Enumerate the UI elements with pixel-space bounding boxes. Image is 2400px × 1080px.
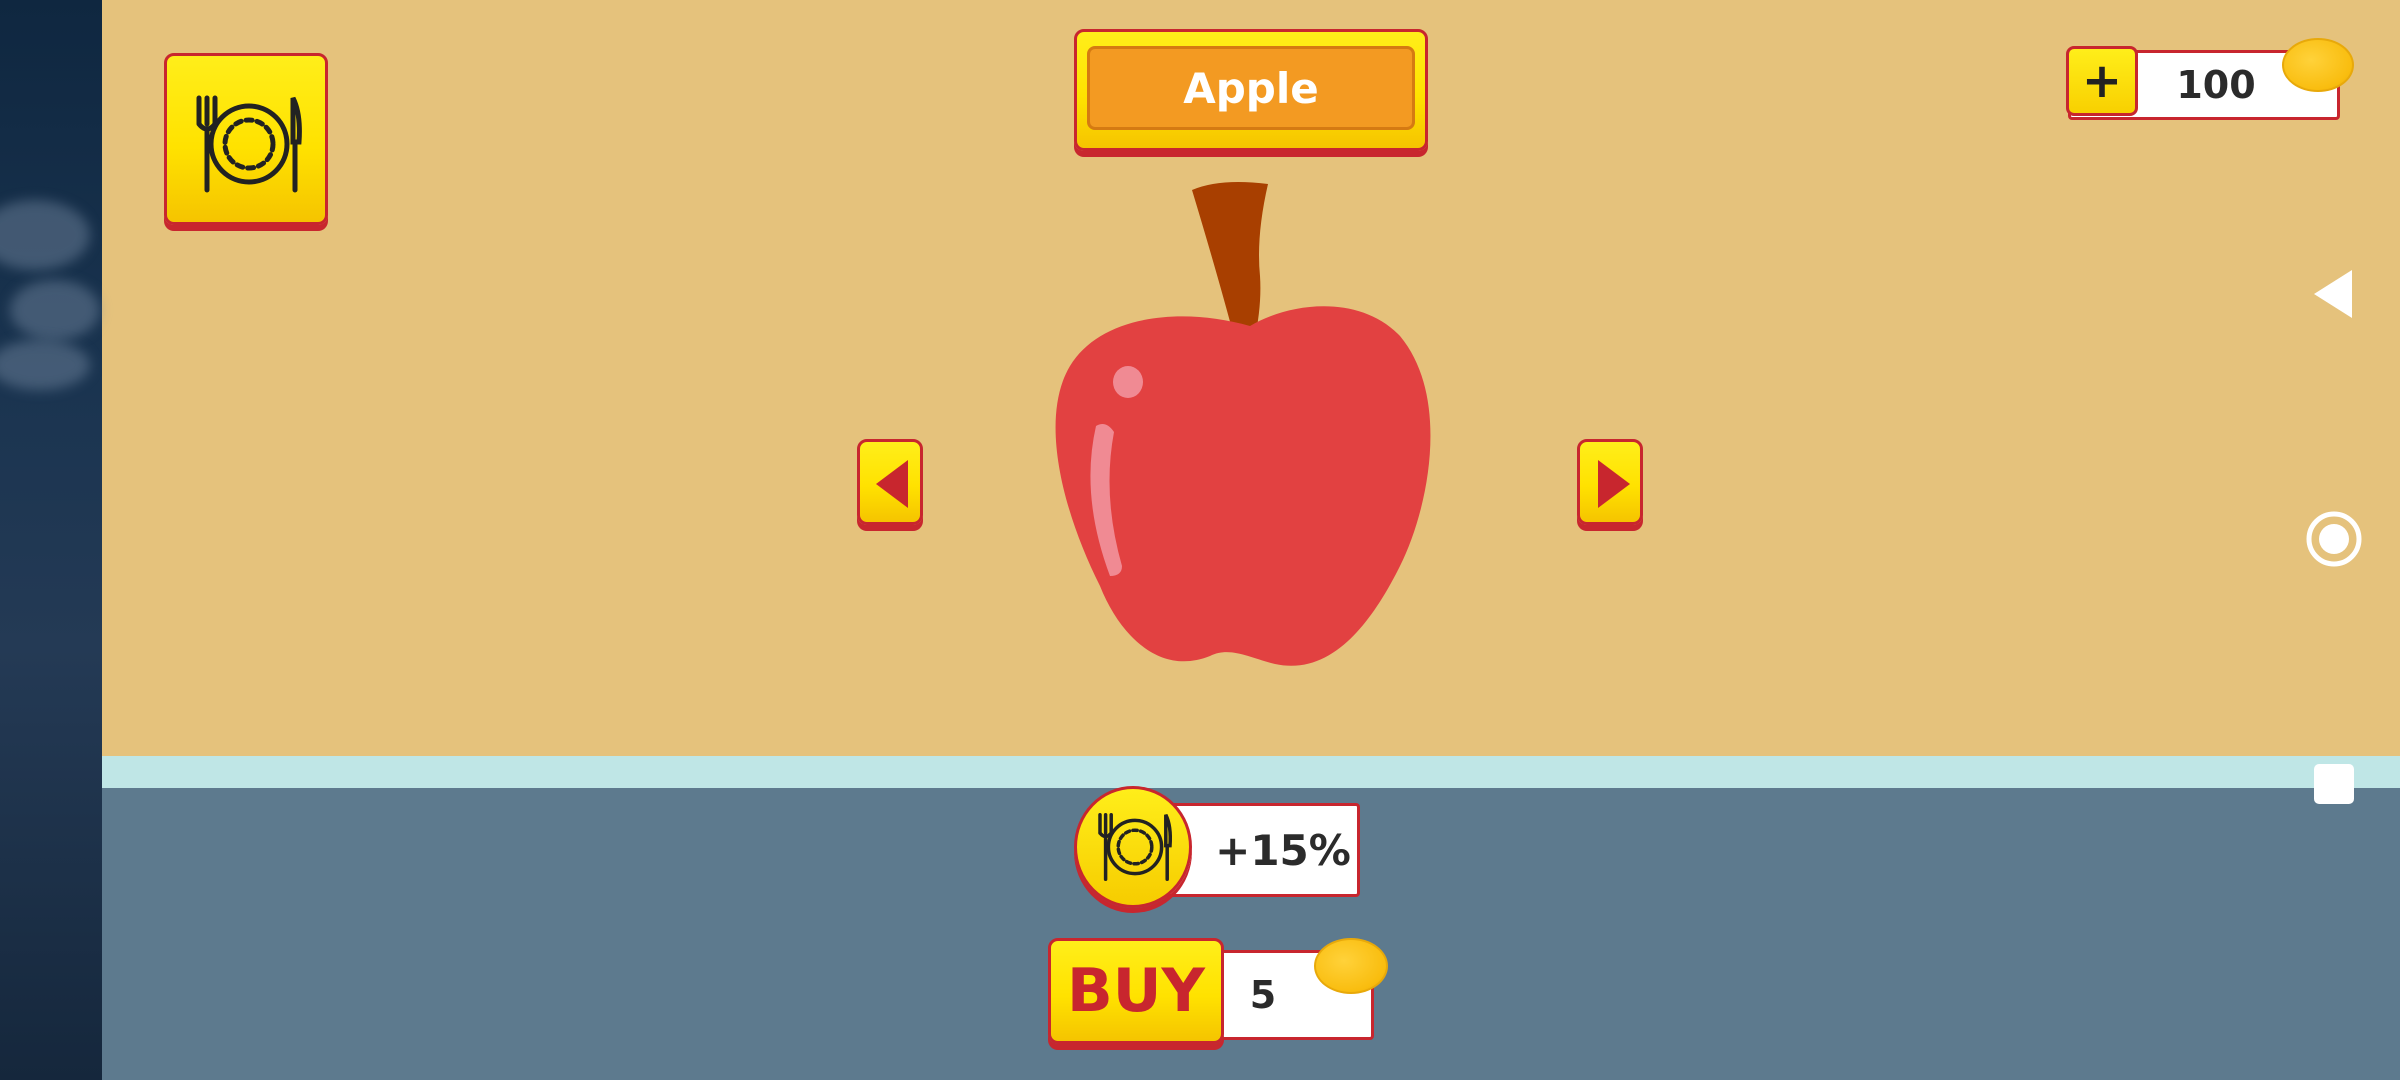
buy-button[interactable]: BUY (1048, 938, 1224, 1044)
bonus-value: +15% (1215, 825, 1351, 875)
nav-back-icon[interactable] (2312, 268, 2354, 320)
food-menu-button[interactable] (164, 53, 328, 225)
apple-image (1055, 182, 1431, 666)
plate-fork-knife-icon (1098, 813, 1173, 881)
plate-fork-knife-icon (196, 95, 302, 193)
item-title-banner: Apple (1074, 29, 1428, 151)
ground-line (102, 756, 2400, 788)
add-coins-button[interactable]: + (2066, 46, 2138, 116)
coin-icon (1314, 938, 1388, 994)
background-sky-strip (0, 0, 102, 1080)
bonus-icon-badge (1074, 786, 1192, 908)
previous-item-button[interactable] (857, 439, 923, 525)
nav-recent-icon[interactable] (2314, 764, 2354, 804)
coin-icon (2282, 38, 2354, 92)
game-screen: Apple 100 + +15% 5 BUY (0, 0, 2400, 1080)
next-item-button[interactable] (1577, 439, 1643, 525)
nav-home-icon[interactable] (2304, 509, 2364, 569)
item-title: Apple (1087, 46, 1415, 130)
arrow-right-icon (1598, 460, 1630, 508)
coin-count: 100 (2176, 63, 2256, 107)
price-value: 5 (1249, 973, 1277, 1017)
arrow-left-icon (876, 460, 908, 508)
